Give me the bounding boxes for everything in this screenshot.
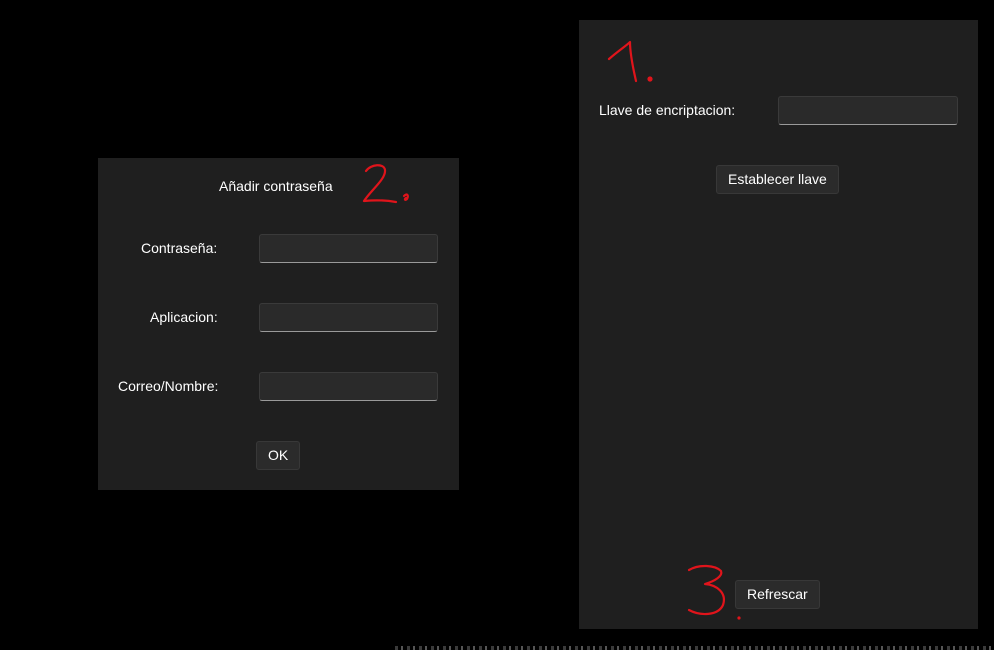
password-label: Contraseña: <box>141 240 218 256</box>
annotation-three-mark <box>687 564 741 620</box>
ok-button[interactable]: OK <box>256 441 301 470</box>
annotation-one-mark <box>607 40 653 83</box>
application-label: Aplicacion: <box>150 309 218 325</box>
screenshot-canvas: Añadir contraseña Contraseña: Aplicacion… <box>0 0 994 650</box>
add-password-panel: Añadir contraseña Contraseña: Aplicacion… <box>98 158 459 490</box>
encryption-key-panel: Llave de encriptacion: Establecer llave … <box>579 20 978 629</box>
encryption-key-field[interactable] <box>778 96 958 125</box>
set-key-button[interactable]: Establecer llave <box>716 165 839 194</box>
bottom-edge-artifact <box>395 646 994 650</box>
annotation-two-mark <box>362 164 409 204</box>
encryption-key-label: Llave de encriptacion: <box>599 102 736 118</box>
password-field[interactable] <box>259 234 438 263</box>
email-name-label: Correo/Nombre: <box>118 378 219 394</box>
email-name-field[interactable] <box>259 372 438 401</box>
add-password-title: Añadir contraseña <box>219 178 333 194</box>
application-field[interactable] <box>259 303 438 332</box>
